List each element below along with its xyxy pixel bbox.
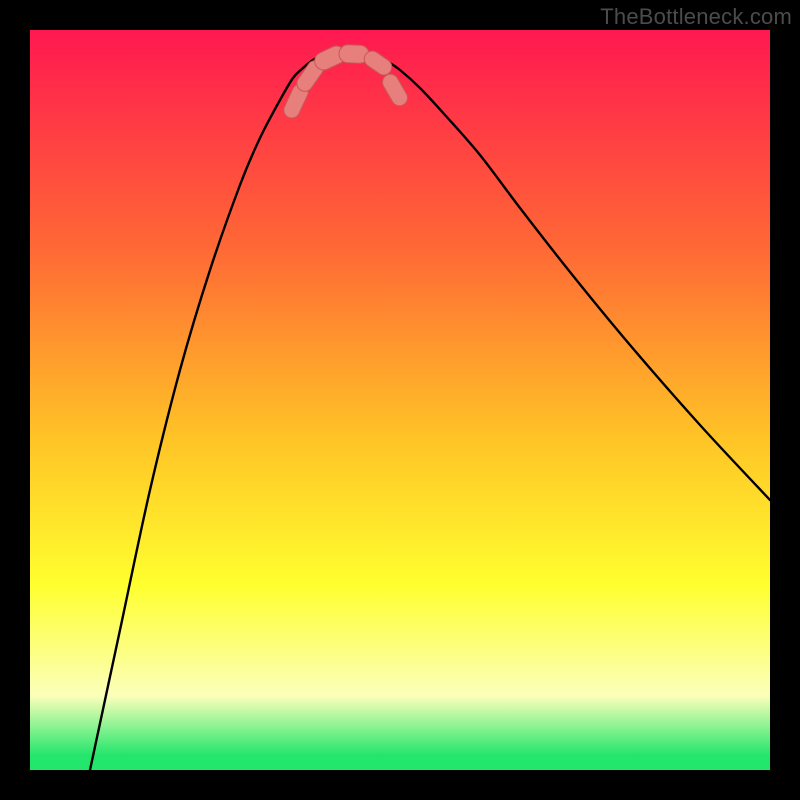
gradient-background	[30, 30, 770, 770]
watermark-text: TheBottleneck.com	[600, 4, 792, 30]
plot-area	[30, 30, 770, 770]
outer-frame: TheBottleneck.com	[0, 0, 800, 800]
chart-svg	[30, 30, 770, 770]
